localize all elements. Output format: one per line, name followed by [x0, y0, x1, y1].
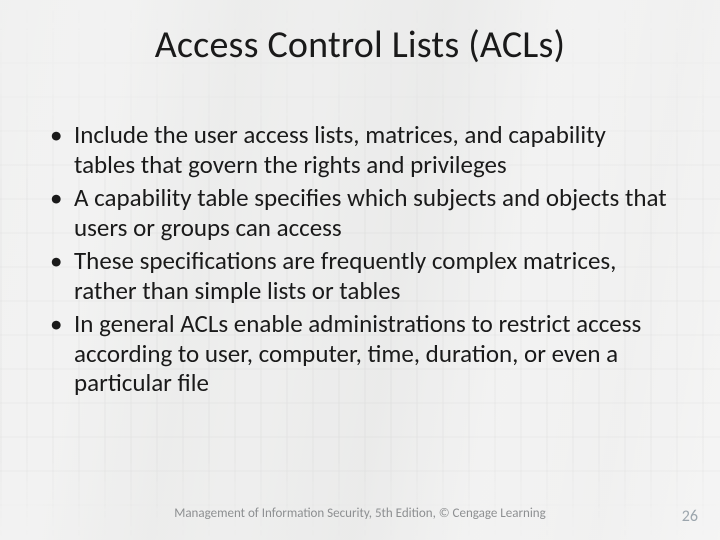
- list-item: These specifications are frequently comp…: [40, 246, 672, 305]
- slide: Access Control Lists (ACLs) Include the …: [0, 0, 720, 540]
- slide-footer: Management of Information Security, 5th …: [0, 506, 720, 526]
- page-number: 26: [682, 507, 698, 526]
- footer-text: Management of Information Security, 5th …: [0, 506, 720, 521]
- slide-body: Include the user access lists, matrices,…: [40, 120, 672, 402]
- list-item: In general ACLs enable administrations t…: [40, 309, 672, 398]
- bullet-list: Include the user access lists, matrices,…: [40, 120, 672, 398]
- list-item: Include the user access lists, matrices,…: [40, 120, 672, 179]
- list-item: A capability table specifies which subje…: [40, 183, 672, 242]
- slide-title: Access Control Lists (ACLs): [0, 22, 720, 68]
